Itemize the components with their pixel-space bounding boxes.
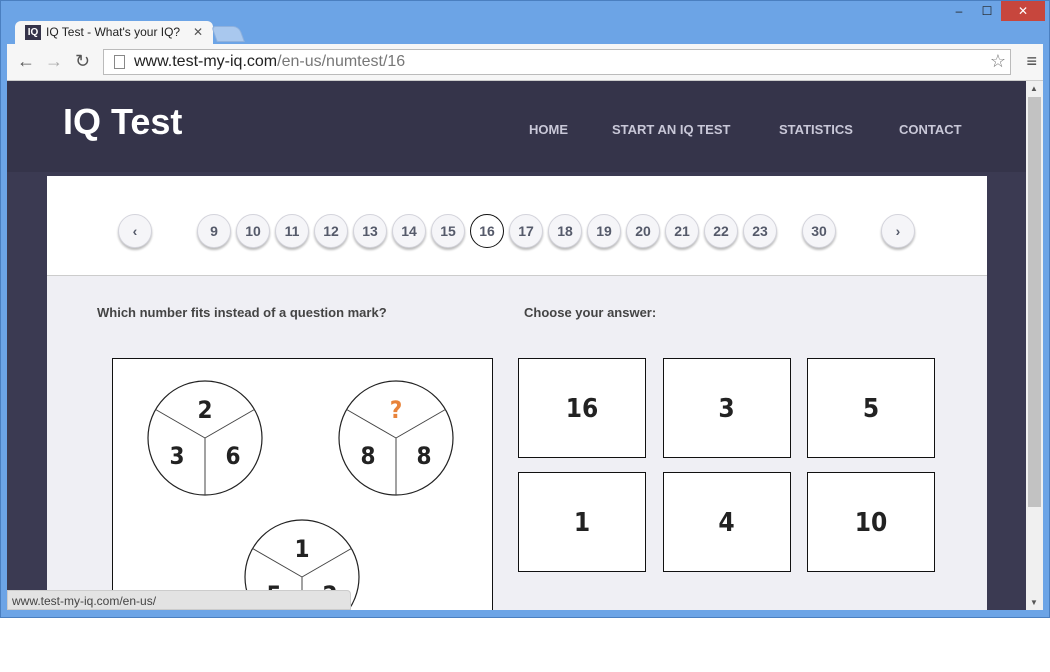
page-button[interactable]: 12 bbox=[314, 214, 348, 248]
page-button[interactable]: 20 bbox=[626, 214, 660, 248]
page-button[interactable]: 15 bbox=[431, 214, 465, 248]
answer-option[interactable]: 3 bbox=[662, 358, 791, 458]
page-button[interactable]: 23 bbox=[743, 214, 777, 248]
favicon: IQ bbox=[25, 25, 41, 40]
prev-page-button[interactable]: ‹ bbox=[118, 214, 152, 248]
page-button[interactable]: 13 bbox=[353, 214, 387, 248]
maximize-icon[interactable]: ☐ bbox=[973, 1, 1001, 21]
forward-icon[interactable]: → bbox=[45, 51, 63, 72]
page-button[interactable]: 11 bbox=[275, 214, 309, 248]
scrollbar-thumb[interactable] bbox=[1028, 97, 1041, 507]
page-button[interactable]: 17 bbox=[509, 214, 543, 248]
circle-number: 2 bbox=[197, 396, 212, 424]
page-button[interactable]: 22 bbox=[704, 214, 738, 248]
circle-number: 1 bbox=[294, 535, 309, 563]
next-page-button[interactable]: › bbox=[881, 214, 915, 248]
puzzle-image: 236?88152 bbox=[112, 358, 493, 610]
question-text: Which number fits instead of a question … bbox=[97, 305, 387, 320]
page-button[interactable]: 19 bbox=[587, 214, 621, 248]
browser-tab[interactable]: IQ IQ Test - What's your IQ? ✕ bbox=[15, 21, 213, 45]
circle-number: 6 bbox=[225, 442, 240, 470]
puzzle-circle: ? 8 8 bbox=[338, 380, 454, 496]
page-button[interactable]: 14 bbox=[392, 214, 426, 248]
nav-contact[interactable]: CONTACT bbox=[899, 122, 962, 137]
menu-icon[interactable]: ≡ bbox=[1026, 51, 1037, 72]
scroll-up-icon[interactable]: ▲ bbox=[1030, 84, 1038, 93]
puzzle-circle: 23 6 bbox=[147, 380, 263, 496]
new-tab-button[interactable] bbox=[211, 26, 245, 42]
circle-divider bbox=[395, 409, 446, 439]
nav-start-test[interactable]: START AN IQ TEST bbox=[612, 122, 730, 137]
answer-option[interactable]: 4 bbox=[662, 472, 791, 572]
page-button[interactable]: 30 bbox=[802, 214, 836, 248]
tab-close-icon[interactable]: ✕ bbox=[193, 25, 203, 39]
circle-number: 8 bbox=[360, 442, 375, 470]
scroll-down-icon[interactable]: ▼ bbox=[1030, 598, 1038, 607]
url-host: www.test-my-iq.com bbox=[134, 53, 278, 70]
nav-home[interactable]: HOME bbox=[529, 122, 568, 137]
bookmark-star-icon[interactable]: ☆ bbox=[990, 51, 1006, 72]
minimize-icon[interactable]: – bbox=[945, 1, 973, 21]
vertical-scrollbar[interactable]: ▲ ▼ bbox=[1026, 81, 1043, 610]
answer-option[interactable]: 5 bbox=[807, 358, 935, 458]
site-header: IQ Test HOME START AN IQ TEST STATISTICS… bbox=[7, 81, 1026, 172]
web-page: IQ Test HOME START AN IQ TEST STATISTICS… bbox=[7, 81, 1026, 610]
test-card: ‹ › 9 10 11 12 13 14 15 16 17 18 19 20 21 22 23 30 Whic… bbox=[47, 176, 987, 610]
circle-number: 3 bbox=[169, 442, 184, 470]
answer-option[interactable]: 16 bbox=[518, 358, 646, 458]
status-bar: www.test-my-iq.com/en-us/ bbox=[7, 590, 351, 610]
url-path: /en-us/numtest/16 bbox=[277, 53, 406, 70]
browser-toolbar: ← → ↻ www.test-my-iq.com/en-us/numtest/1… bbox=[7, 44, 1043, 81]
question-pager: ‹ › 9 10 11 12 13 14 15 16 17 18 19 20 21 22 23 30 bbox=[47, 176, 987, 276]
page-button[interactable]: 10 bbox=[236, 214, 270, 248]
back-icon[interactable]: ← bbox=[17, 51, 35, 72]
page-button[interactable]: 9 bbox=[197, 214, 231, 248]
page-button[interactable]: 18 bbox=[548, 214, 582, 248]
puzzle-svg: 236?88152 bbox=[147, 380, 454, 610]
page-button[interactable]: 16 bbox=[470, 214, 504, 248]
reload-icon[interactable]: ↻ bbox=[75, 51, 90, 72]
circle-number: ? bbox=[390, 396, 403, 424]
circle-number: 8 bbox=[416, 442, 431, 470]
circle-divider bbox=[346, 409, 397, 439]
site-logo[interactable]: IQ Test bbox=[63, 101, 182, 143]
answer-option[interactable]: 1 bbox=[518, 472, 646, 572]
page-icon bbox=[114, 55, 125, 69]
address-bar[interactable]: www.test-my-iq.com/en-us/numtest/16 ☆ bbox=[103, 49, 1011, 75]
answer-prompt: Choose your answer: bbox=[524, 305, 657, 320]
tab-title: IQ Test - What's your IQ? bbox=[46, 25, 181, 39]
answer-option[interactable]: 10 bbox=[807, 472, 935, 572]
nav-statistics[interactable]: STATISTICS bbox=[779, 122, 853, 137]
window-close-icon[interactable]: ✕ bbox=[1001, 1, 1045, 21]
page-button[interactable]: 21 bbox=[665, 214, 699, 248]
